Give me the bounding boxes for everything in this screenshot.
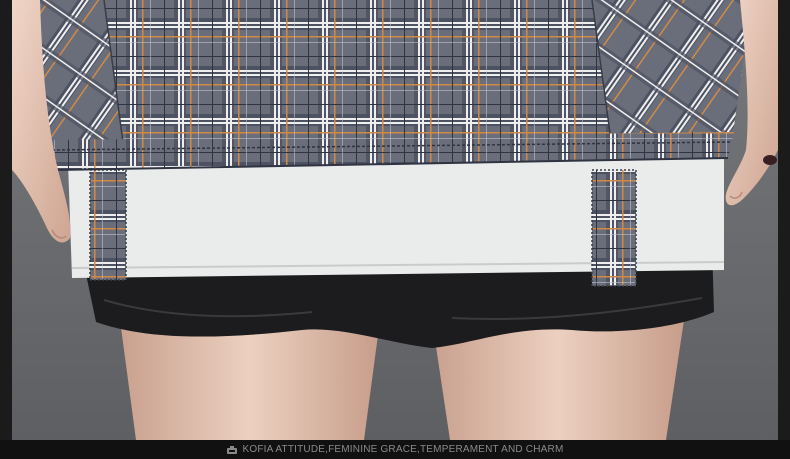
plaid-tab-left	[90, 170, 126, 280]
plaid-tab-right	[592, 170, 636, 286]
brand-logo-icon	[226, 445, 237, 454]
garment-illustration	[12, 0, 778, 440]
product-photo	[12, 0, 778, 440]
footer-caption-bar: KOFIA ATTITUDE,FEMININE GRACE,TEMPERAMEN…	[0, 440, 790, 459]
painted-fingernail-icon	[763, 155, 777, 165]
plaid-side-panel-right	[592, 0, 752, 150]
left-leg	[120, 320, 380, 440]
footer-caption: KOFIA ATTITUDE,FEMININE GRACE,TEMPERAMEN…	[226, 444, 564, 455]
footer-tagline: KOFIA ATTITUDE,FEMININE GRACE,TEMPERAMEN…	[242, 444, 564, 455]
product-photo-frame: KOFIA ATTITUDE,FEMININE GRACE,TEMPERAMEN…	[0, 0, 790, 459]
